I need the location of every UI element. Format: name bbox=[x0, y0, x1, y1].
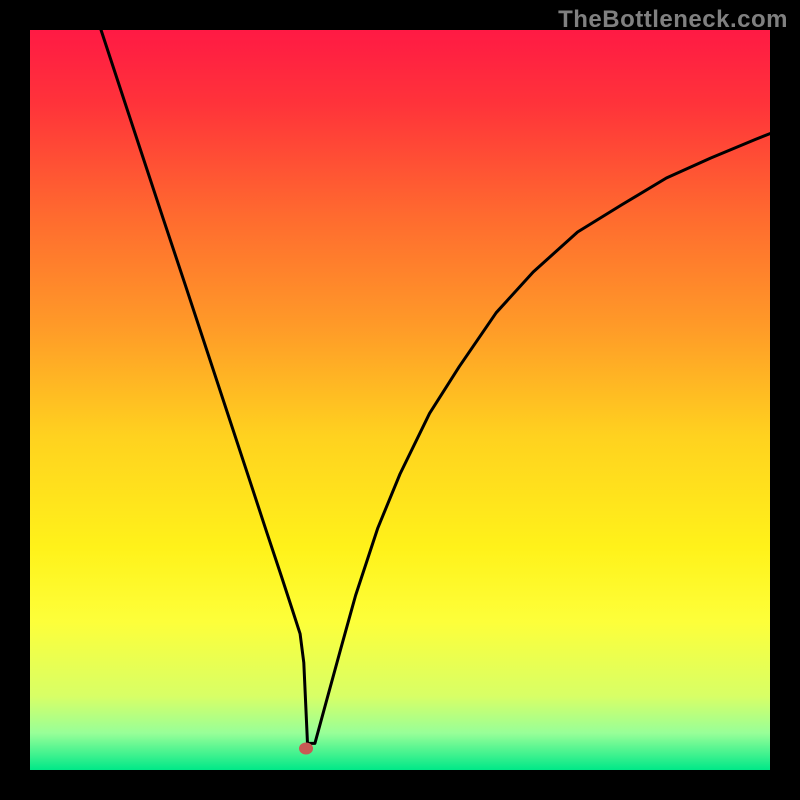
watermark: TheBottleneck.com bbox=[558, 6, 788, 34]
bottleneck-chart: TheBottleneck.com bbox=[0, 0, 800, 800]
chart-svg bbox=[0, 0, 800, 800]
plot-background bbox=[30, 30, 770, 770]
optimal-point-marker bbox=[299, 743, 313, 755]
